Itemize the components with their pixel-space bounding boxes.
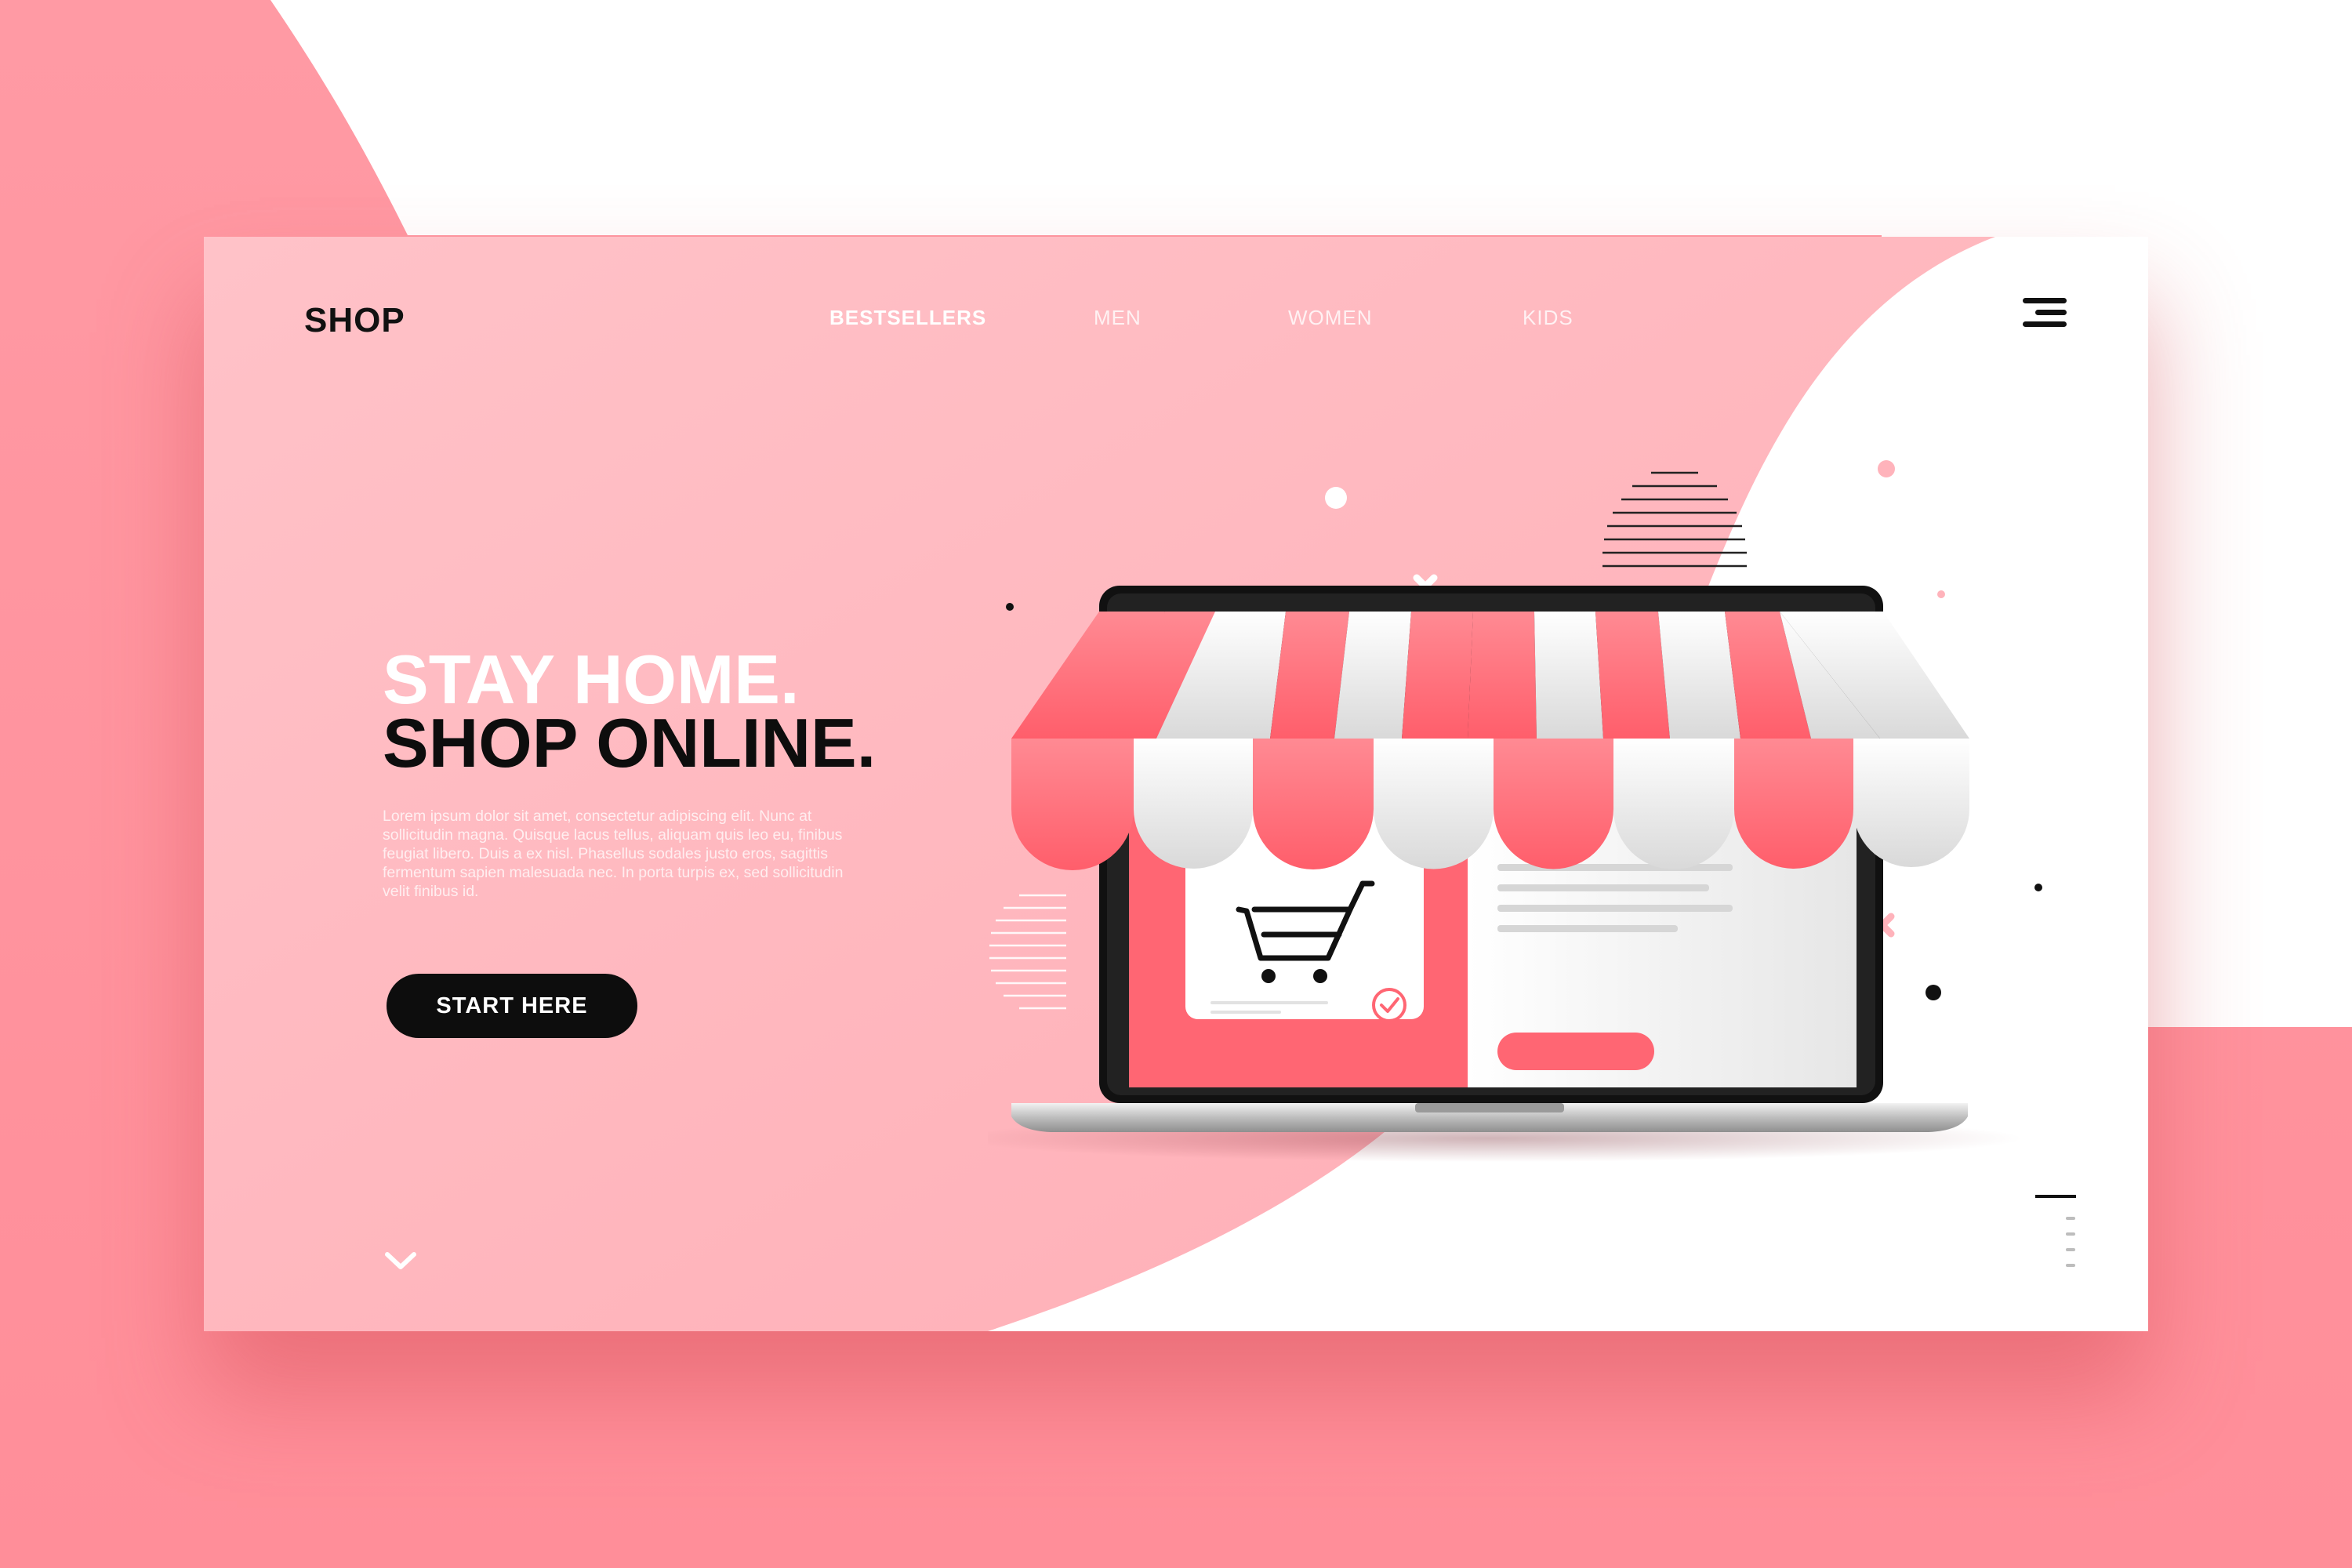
landing-card: SHOP BESTSELLERS MEN WOMEN KIDS STAY HOM… bbox=[204, 237, 2148, 1331]
nav-item-men[interactable]: MEN bbox=[1094, 306, 1142, 330]
chevron-down-icon[interactable] bbox=[383, 1248, 419, 1273]
decor-striped-circle bbox=[1602, 471, 1747, 568]
main-nav: BESTSELLERS MEN WOMEN KIDS bbox=[204, 306, 2148, 337]
storefront-laptop-illustration bbox=[988, 460, 2042, 1162]
hero-headline-line1: STAY HOME. bbox=[383, 641, 800, 718]
start-here-button[interactable]: START HERE bbox=[387, 974, 637, 1038]
decor-striped-circle-left bbox=[989, 894, 1066, 1010]
hero-section: STAY HOME. SHOP ONLINE. Lorem ipsum dolo… bbox=[383, 641, 978, 901]
hamburger-menu-icon[interactable] bbox=[2016, 293, 2071, 332]
nav-item-bestsellers[interactable]: BESTSELLERS bbox=[829, 306, 986, 330]
nav-item-women[interactable]: WOMEN bbox=[1288, 306, 1373, 330]
nav-item-kids[interactable]: KIDS bbox=[1523, 306, 1573, 330]
hero-body-text: Lorem ipsum dolor sit amet, consectetur … bbox=[383, 808, 844, 900]
hero-headline-line2: SHOP ONLINE. bbox=[383, 704, 877, 782]
